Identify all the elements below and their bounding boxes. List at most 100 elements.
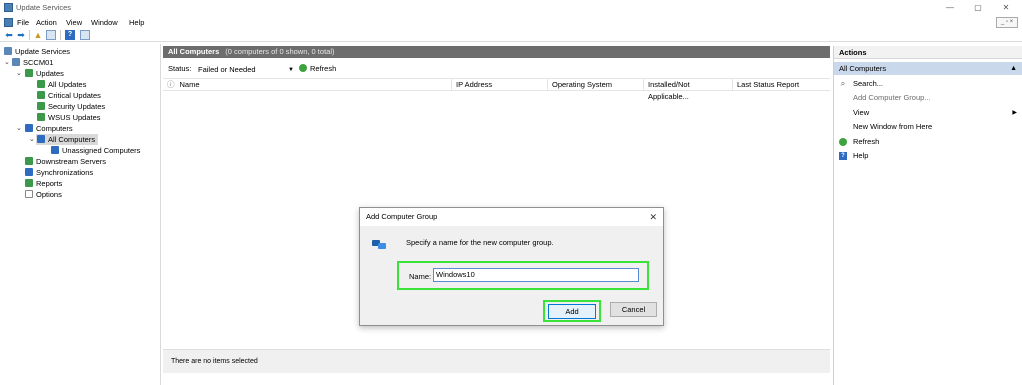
update-list-icon [37,80,45,88]
cancel-button[interactable]: Cancel [610,302,657,317]
dropdown-arrow-icon: ▼ [288,67,294,73]
status-dropdown[interactable]: Failed or Needed ▼ [196,65,296,75]
menu-action[interactable]: Action [36,18,57,27]
tree-item-security-updates[interactable]: Security Updates [37,101,105,112]
add-computer-group-dialog: Add Computer Group ✕ Specify a name for … [359,207,664,326]
forward-arrow-icon[interactable]: ➡ [16,30,26,40]
tree-item-updates[interactable]: Updates [25,68,64,79]
action-label: View [853,108,870,117]
show-hide-console-tree-icon[interactable] [46,30,56,40]
menu-view[interactable]: View [66,18,82,27]
group-name-input[interactable]: Windows10 [433,268,639,282]
refresh-icon [299,64,307,72]
menu-help[interactable]: Help [129,18,144,27]
help-icon[interactable]: ? [65,30,75,40]
action-label: Refresh [853,137,880,146]
tree-label: All Updates [48,80,87,89]
column-label: Name [179,80,200,89]
tree-label: Downstream Servers [36,157,107,166]
tree-item-synchronizations[interactable]: Synchronizations [25,167,93,178]
back-arrow-icon[interactable]: ⬅ [4,30,14,40]
expand-chevron-icon[interactable]: ⌄ [16,123,22,134]
dialog-title: Add Computer Group [366,212,438,221]
results-title: All Computers [168,47,220,56]
action-label: New Window from Here [853,122,933,131]
status-filter-row: Status: Failed or Needed ▼ Refresh [163,62,830,76]
expand-chevron-icon[interactable]: ⌄ [4,57,10,68]
dialog-titlebar: Add Computer Group ✕ [360,208,663,226]
show-hide-action-pane-icon[interactable] [80,30,90,40]
tree-label: Critical Updates [48,91,101,100]
tree-item-options[interactable]: Options [25,189,62,200]
tree-item-all-updates[interactable]: All Updates [37,79,86,90]
tree-item-wsus-updates[interactable]: WSUS Updates [37,112,101,123]
action-add-computer-group[interactable]: Add Computer Group... [834,91,1022,105]
expand-chevron-icon[interactable]: ⌄ [16,68,22,79]
column-last-status-report[interactable]: Last Status Report [732,79,830,91]
refresh-button[interactable]: Refresh [299,62,336,76]
column-headers: ⓘ Name IP Address Operating System Instal… [163,78,830,101]
tree-label: Security Updates [48,102,106,111]
window-title: Update Services [16,3,72,12]
menu-file[interactable]: File [17,18,29,27]
action-refresh[interactable]: Refresh [834,135,1022,149]
info-icon: ⓘ [167,80,175,89]
updates-icon [25,69,33,77]
actions-section-all-computers[interactable]: All Computers ▲ [834,62,1022,75]
update-services-icon [4,47,12,55]
collapse-caret-icon[interactable]: ▲ [1010,62,1017,75]
dialog-prompt: Specify a name for the new computer grou… [406,238,554,247]
tree-label: Synchronizations [36,168,94,177]
dialog-close-icon[interactable]: ✕ [649,208,657,226]
tree-item-server[interactable]: SCCM01 [12,57,53,68]
toolbar-separator [29,30,30,40]
name-field-highlight: Name: Windows10 [397,261,649,290]
tree-label: All Computers [48,135,96,144]
column-operating-system[interactable]: Operating System [547,79,643,91]
action-view[interactable]: View ▶ [834,106,1022,120]
up-folder-icon[interactable]: ▲ [33,30,43,40]
downstream-servers-icon [25,157,33,165]
tree-label: Updates [36,69,64,78]
tree-label: Unassigned Computers [62,146,141,155]
action-help[interactable]: ? Help [834,149,1022,163]
mmc-document-icon[interactable] [4,18,13,27]
tree-label: Reports [36,179,63,188]
details-pane: There are no items selected [163,349,830,373]
restore-button[interactable]: ▢ [963,0,993,15]
action-new-window[interactable]: New Window from Here [834,120,1022,134]
tree-label: Update Services [15,47,71,56]
close-button[interactable]: ✕ [991,0,1021,15]
action-search[interactable]: ⌕ Search... [834,77,1022,91]
add-button[interactable]: Add [548,304,596,319]
tree-label: Computers [36,124,73,133]
computer-group-icon [51,146,59,154]
expand-chevron-icon[interactable]: ⌄ [29,134,35,145]
computer-group-icon [37,135,45,143]
search-icon: ⌕ [840,79,846,88]
column-ip-address[interactable]: IP Address [451,79,547,91]
update-list-icon [37,113,45,121]
server-icon [12,58,20,66]
tree-item-unassigned-computers[interactable]: Unassigned Computers [51,145,140,156]
tree-item-all-computers[interactable]: All Computers [36,134,99,145]
options-icon [25,190,33,198]
tree-item-critical-updates[interactable]: Critical Updates [37,90,101,101]
tree-item-computers[interactable]: Computers [25,123,73,134]
actions-title: Actions [834,46,1022,59]
column-installed-not-applicable[interactable]: Installed/Not Applicable... [643,79,732,101]
actions-pane: Actions All Computers ▲ ⌕ Search... Add C… [833,46,1022,385]
column-name[interactable]: ⓘ Name [163,79,451,91]
tree-item-downstream-servers[interactable]: Downstream Servers [25,156,106,167]
menu-window[interactable]: Window [91,18,118,27]
tree-item-reports[interactable]: Reports [25,178,62,189]
tree-label: Options [36,190,62,199]
tree-item-update-services[interactable]: Update Services [4,46,70,57]
window-titlebar: Update Services — ▢ ✕ [0,0,1022,17]
computers-icon [25,124,33,132]
mdi-window-controls[interactable]: _ ▫ × [996,17,1018,28]
tree-label: WSUS Updates [48,113,101,122]
minimize-button[interactable]: — [935,0,965,15]
help-icon: ? [839,152,847,160]
add-button-highlight: Add [543,300,601,322]
